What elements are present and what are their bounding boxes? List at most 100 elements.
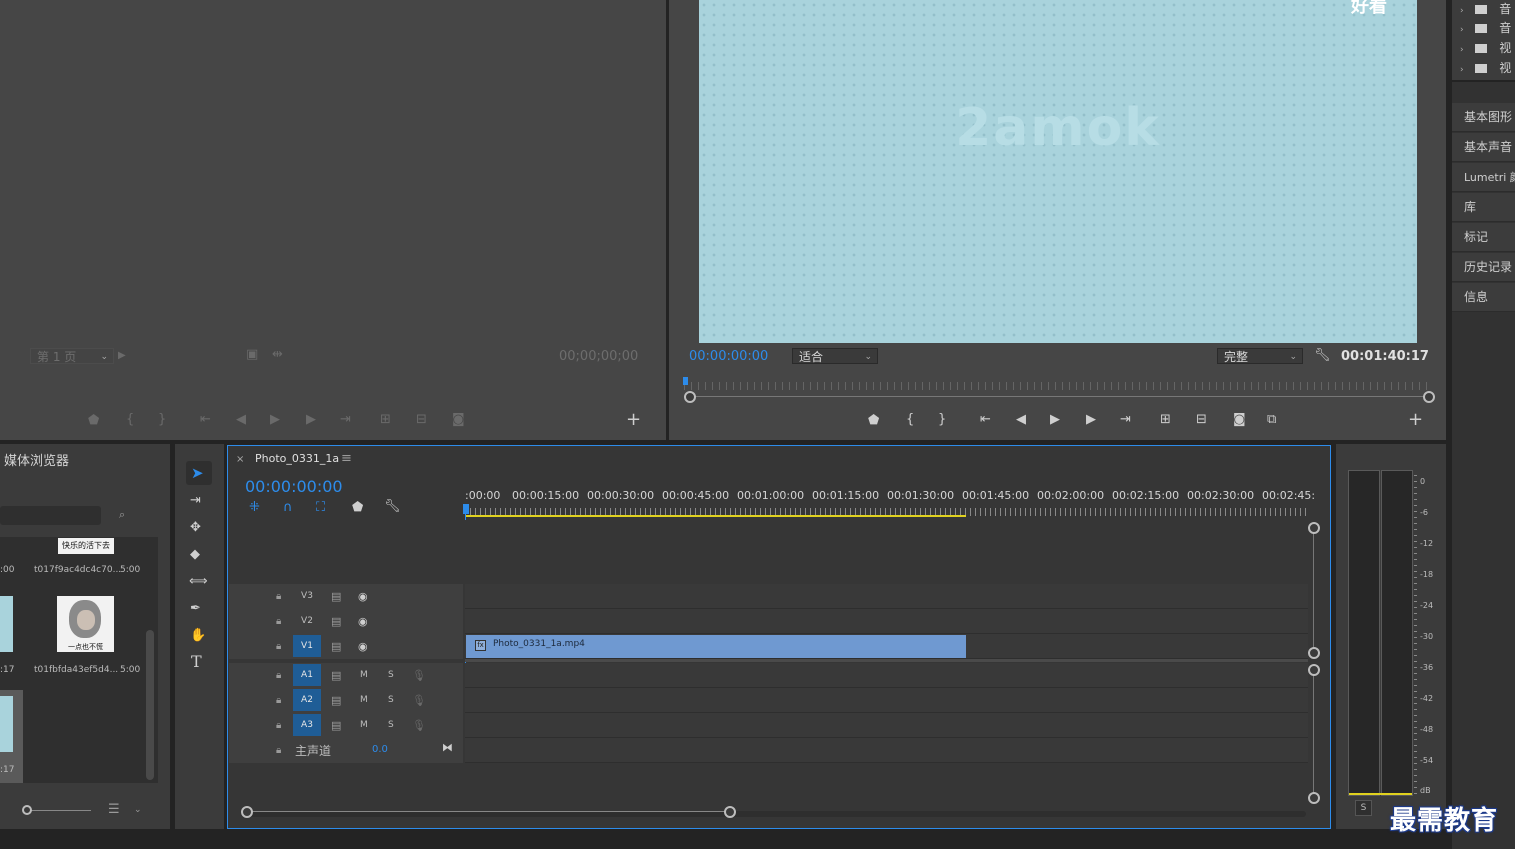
hand-tool-icon[interactable]: ✋ xyxy=(190,629,206,643)
wrench-icon[interactable]: 🔧︎ xyxy=(1314,349,1331,363)
track-target-a3[interactable]: A3 xyxy=(293,714,321,736)
track-master[interactable] xyxy=(465,738,1308,763)
fit-width-icon[interactable]: ⇹ xyxy=(272,348,283,362)
search-icon[interactable]: ⌕ xyxy=(119,508,125,522)
lock-icon[interactable]: 🔒︎ xyxy=(276,694,281,708)
track-target-v2[interactable]: V2 xyxy=(293,610,321,632)
chevron-down-icon[interactable]: ⌄ xyxy=(134,803,142,817)
panel-essential-graphics[interactable]: 基本图形 xyxy=(1452,103,1515,132)
microphone-icon[interactable]: 🎙︎ xyxy=(412,694,426,708)
camera-icon[interactable]: ◙ xyxy=(452,413,465,427)
scroll-handle[interactable] xyxy=(724,806,736,818)
slip-tool-icon[interactable]: ⟺ xyxy=(189,575,208,589)
lock-icon[interactable]: 🔒︎ xyxy=(276,590,281,604)
mark-in-icon[interactable]: { xyxy=(906,413,914,427)
camera-icon[interactable]: ◙ xyxy=(1233,413,1246,427)
meter-solo-button[interactable]: S xyxy=(1355,800,1372,816)
extract-icon[interactable]: ⊟ xyxy=(1196,413,1207,427)
scroll-handle[interactable] xyxy=(1308,792,1320,804)
panel-libraries[interactable]: 库 xyxy=(1452,193,1515,222)
thumb-size-handle[interactable] xyxy=(22,805,32,815)
step-forward-icon[interactable]: ▶ xyxy=(1086,413,1096,427)
snap-icon[interactable]: ∩ xyxy=(283,501,293,515)
lock-icon[interactable]: 🔒︎ xyxy=(276,669,281,683)
lock-icon[interactable]: 🔒︎ xyxy=(276,719,281,733)
scroll-handle[interactable] xyxy=(1308,522,1320,534)
media-scrollbar[interactable] xyxy=(146,630,154,780)
solo-button[interactable]: S xyxy=(388,670,394,680)
marker-icon[interactable]: ⬟ xyxy=(88,414,99,428)
go-to-in-icon[interactable]: ⇤ xyxy=(980,413,991,427)
track-a1[interactable] xyxy=(465,663,1308,688)
av-divider[interactable] xyxy=(465,659,1308,662)
work-area-bar[interactable] xyxy=(465,515,966,517)
step-back-icon[interactable]: ◀ xyxy=(236,413,246,427)
mute-button[interactable]: M xyxy=(360,720,368,730)
sync-lock-icon[interactable]: ▤ xyxy=(331,590,341,604)
ripple-edit-tool-icon[interactable]: ✥ xyxy=(190,521,201,535)
add-button-icon[interactable]: + xyxy=(1408,411,1423,429)
timeline-playhead-head[interactable] xyxy=(463,504,469,514)
play-icon[interactable]: ▶ xyxy=(1050,413,1060,427)
step-forward-icon[interactable]: ▶ xyxy=(306,413,316,427)
marker-icon[interactable]: ⬟ xyxy=(868,414,879,428)
sync-lock-icon[interactable]: ▤ xyxy=(331,615,341,629)
solo-button[interactable]: S xyxy=(388,695,394,705)
snap-nest-icon[interactable]: ⁜ xyxy=(249,501,260,515)
next-page-icon[interactable]: ▶ xyxy=(118,349,126,363)
add-button-icon[interactable]: + xyxy=(626,411,641,429)
mark-out-icon[interactable]: } xyxy=(938,413,946,427)
track-target-a1[interactable]: A1 xyxy=(293,664,321,686)
sync-lock-icon[interactable]: ▤ xyxy=(331,669,341,683)
sync-lock-icon[interactable]: ▤ xyxy=(331,719,341,733)
thumb-size-slider[interactable] xyxy=(25,810,91,811)
mute-button[interactable]: M xyxy=(360,670,368,680)
track-target-v1[interactable]: V1 xyxy=(293,635,321,657)
track-v3[interactable] xyxy=(465,584,1308,609)
media-search-input[interactable] xyxy=(0,506,101,525)
mute-button[interactable]: M xyxy=(360,695,368,705)
program-time-ruler[interactable] xyxy=(684,382,1432,390)
folder-row[interactable]: › 音 xyxy=(1460,19,1511,37)
go-to-out-icon[interactable]: ⇥ xyxy=(340,413,351,427)
timeline-timecode[interactable]: 00:00:00:00 xyxy=(245,477,343,496)
zoom-handle-right[interactable] xyxy=(1423,391,1435,403)
program-zoom-bar[interactable] xyxy=(690,396,1426,397)
fit-dropdown[interactable]: 适合 ⌄ xyxy=(792,348,878,364)
lock-icon[interactable]: 🔒︎ xyxy=(276,615,281,629)
step-back-icon[interactable]: ◀ xyxy=(1016,413,1026,427)
folder-row[interactable]: › 音 xyxy=(1460,0,1511,18)
export-frame-icon[interactable]: ▣ xyxy=(246,348,258,362)
add-marker-icon[interactable]: ⬟ xyxy=(352,501,363,515)
eye-icon[interactable]: ◉ xyxy=(358,590,368,604)
track-a3[interactable] xyxy=(465,713,1308,738)
sequence-tab[interactable]: Photo_0331_1a xyxy=(255,452,339,465)
pen-tool-icon[interactable]: ✒ xyxy=(190,602,201,616)
track-a2[interactable] xyxy=(465,688,1308,713)
solo-button[interactable]: S xyxy=(388,720,394,730)
mark-out-icon[interactable]: } xyxy=(158,413,166,427)
razor-tool-icon[interactable]: ◆ xyxy=(190,548,200,562)
lock-icon[interactable]: 🔒︎ xyxy=(276,640,281,654)
track-target-a2[interactable]: A2 xyxy=(293,689,321,711)
media-browser-title[interactable]: 媒体浏览器 xyxy=(4,450,69,469)
go-to-next-edit-icon[interactable]: ⧓ xyxy=(442,741,453,755)
video-clip[interactable]: fx Photo_0331_1a.mp4 xyxy=(466,635,966,658)
scroll-handle[interactable] xyxy=(1308,647,1320,659)
microphone-icon[interactable]: 🎙︎ xyxy=(412,719,426,733)
track-target-v3[interactable]: V3 xyxy=(293,585,321,607)
microphone-icon[interactable]: 🎙︎ xyxy=(412,669,426,683)
type-tool-icon[interactable]: T xyxy=(191,654,202,670)
panel-essential-sound[interactable]: 基本声音 xyxy=(1452,133,1515,162)
folder-row[interactable]: › 视 xyxy=(1460,59,1511,77)
zoom-handle-left[interactable] xyxy=(684,391,696,403)
media-thumb[interactable]: 快乐的活下去 xyxy=(58,538,114,554)
folder-row[interactable]: › 视 xyxy=(1460,39,1511,57)
scroll-handle[interactable] xyxy=(241,806,253,818)
overwrite-icon[interactable]: ⊟ xyxy=(416,413,427,427)
page-selector[interactable]: 第 1 页 ⌄ xyxy=(30,348,114,364)
panel-info[interactable]: 信息 xyxy=(1452,283,1515,312)
panel-markers[interactable]: 标记 xyxy=(1452,223,1515,252)
track-select-tool-icon[interactable]: ⇥ xyxy=(190,494,201,508)
mark-in-icon[interactable]: { xyxy=(126,413,134,427)
